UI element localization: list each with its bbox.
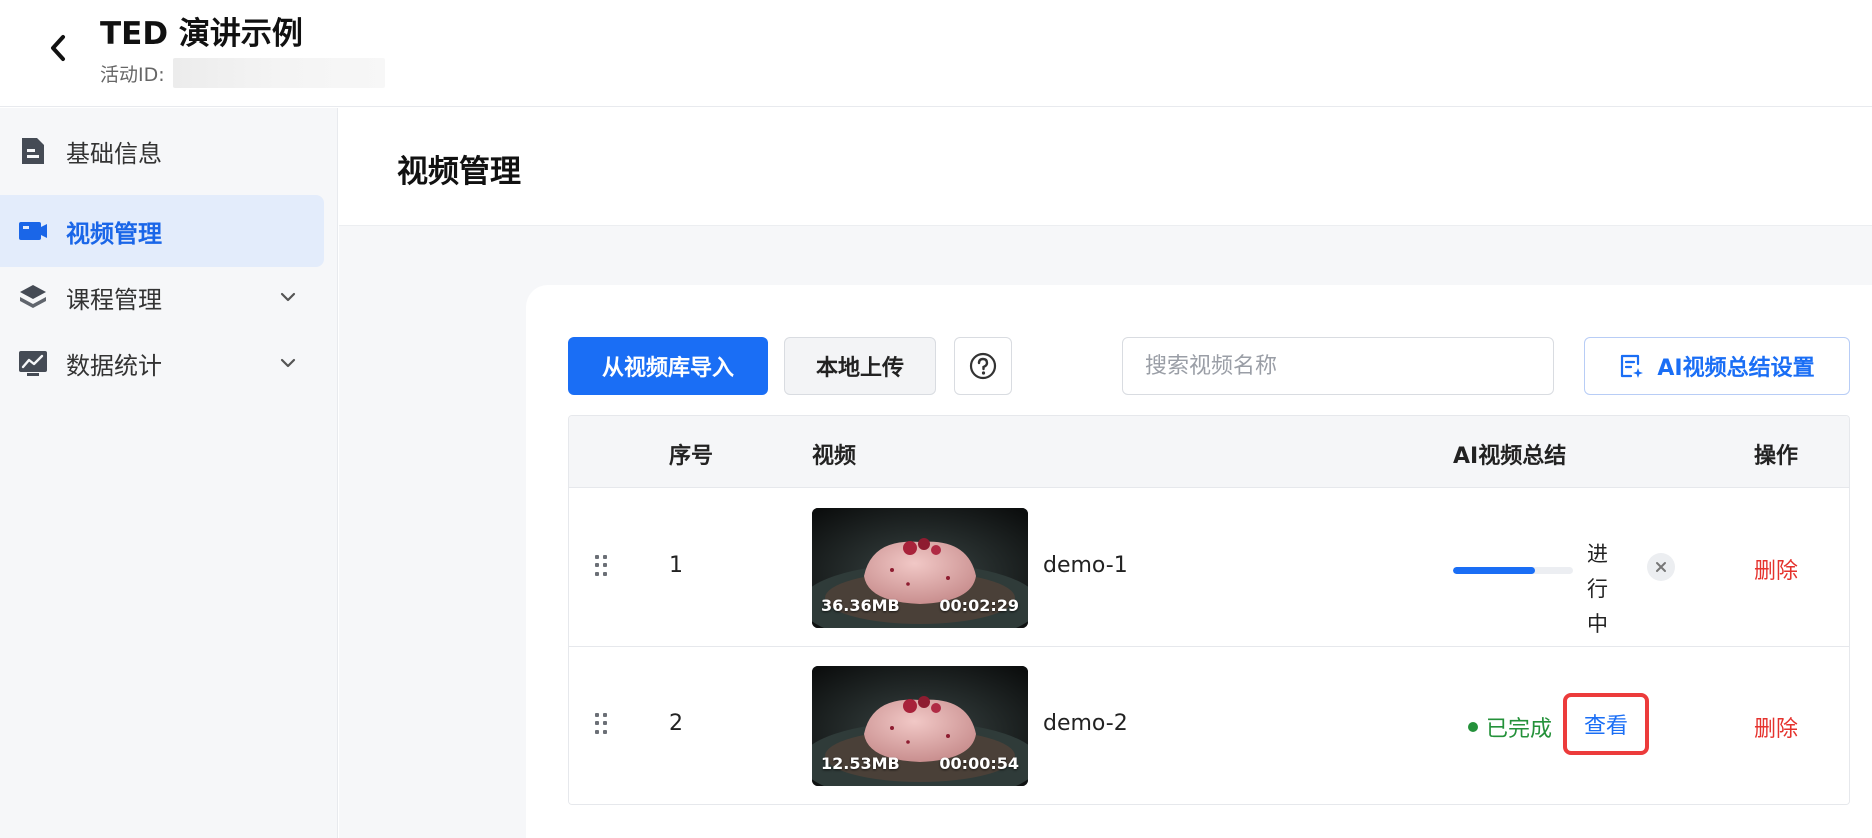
document-icon [18, 136, 48, 166]
top-header: TED 演讲示例 活动ID: [0, 0, 1872, 107]
progress-fill [1453, 567, 1535, 574]
sidebar-item-data-statistics[interactable]: 数据统计 [0, 327, 324, 399]
view-summary-button[interactable]: 查看 [1563, 693, 1649, 755]
chart-icon [18, 348, 48, 378]
video-icon [18, 216, 48, 246]
status-dot-icon [1468, 722, 1478, 732]
column-header-actions: 操作 [1754, 444, 1799, 469]
cancel-summary-button[interactable] [1647, 553, 1675, 581]
table-header: 序号 视频 AI视频总结 操作 [569, 416, 1849, 488]
main-content: 视频管理 从视频库导入 本地上传 AI视频总结设置 序 [339, 108, 1872, 838]
sidebar-item-course-management[interactable]: 课程管理 [0, 261, 324, 333]
ai-summary-settings-label: AI视频总结设置 [1657, 356, 1815, 381]
back-button[interactable] [40, 28, 76, 68]
row-seq: 1 [669, 553, 683, 578]
sidebar-item-basic-info[interactable]: 基础信息 [0, 115, 324, 187]
sidebar-item-label: 数据统计 [66, 351, 162, 380]
column-header-ai-summary: AI视频总结 [1453, 444, 1567, 469]
drag-handle-icon[interactable] [595, 713, 609, 735]
chevron-left-icon [51, 35, 65, 61]
column-header-video: 视频 [812, 444, 857, 469]
video-card: 从视频库导入 本地上传 AI视频总结设置 序号 视频 [526, 285, 1872, 838]
close-icon [1656, 562, 1666, 572]
search-input[interactable] [1122, 337, 1554, 395]
layers-icon [18, 282, 48, 312]
chevron-down-icon[interactable] [278, 287, 298, 307]
ai-summary-settings-button[interactable]: AI视频总结设置 [1584, 337, 1850, 395]
table-row: 2 12.53MB 00:00:54 demo-2 已完成 查看 删除 [569, 647, 1849, 804]
ai-summary-status-text: 进行中 [1587, 542, 1608, 636]
video-duration: 00:02:29 [939, 596, 1019, 615]
ai-summary-status-text: 已完成 [1486, 717, 1553, 742]
delete-button[interactable]: 删除 [1754, 711, 1798, 743]
sidebar-item-label: 课程管理 [66, 285, 162, 314]
question-icon [969, 352, 997, 380]
ai-settings-icon [1619, 353, 1645, 379]
sidebar-item-video-management[interactable]: 视频管理 [0, 195, 324, 267]
video-duration: 00:00:54 [939, 754, 1019, 773]
ai-summary-status: 已完成 [1468, 711, 1552, 743]
activity-id-label: 活动ID: [100, 63, 165, 86]
activity-id: 活动ID: [100, 58, 385, 88]
column-header-seq: 序号 [669, 444, 714, 469]
page-title: 视频管理 [397, 154, 521, 190]
page-header: 视频管理 [339, 108, 1872, 226]
help-button[interactable] [954, 337, 1012, 395]
sidebar-item-label: 视频管理 [66, 219, 162, 248]
import-from-library-button[interactable]: 从视频库导入 [568, 337, 768, 395]
video-thumbnail[interactable]: 12.53MB 00:00:54 [812, 666, 1028, 786]
video-file-size: 12.53MB [821, 754, 900, 773]
delete-button[interactable]: 删除 [1754, 553, 1798, 585]
chevron-down-icon[interactable] [278, 353, 298, 373]
row-seq: 2 [669, 711, 683, 736]
activity-id-redacted [172, 58, 385, 88]
sidebar-item-label: 基础信息 [66, 139, 162, 168]
table-row: 1 36.36MB 00:02:29 demo-1 进行中 删除 [569, 489, 1849, 647]
video-name: demo-2 [1043, 711, 1128, 736]
app-title: TED 演讲示例 [100, 16, 303, 52]
video-table: 序号 视频 AI视频总结 操作 1 36.36MB 00:02:29 demo-… [568, 415, 1850, 805]
drag-handle-icon[interactable] [595, 555, 609, 577]
video-name: demo-1 [1043, 553, 1128, 578]
ai-summary-progress-bar [1453, 567, 1573, 574]
sidebar: 基础信息 视频管理 课程管理 数据统计 [0, 108, 338, 838]
video-thumbnail[interactable]: 36.36MB 00:02:29 [812, 508, 1028, 628]
video-file-size: 36.36MB [821, 596, 900, 615]
local-upload-button[interactable]: 本地上传 [784, 337, 936, 395]
